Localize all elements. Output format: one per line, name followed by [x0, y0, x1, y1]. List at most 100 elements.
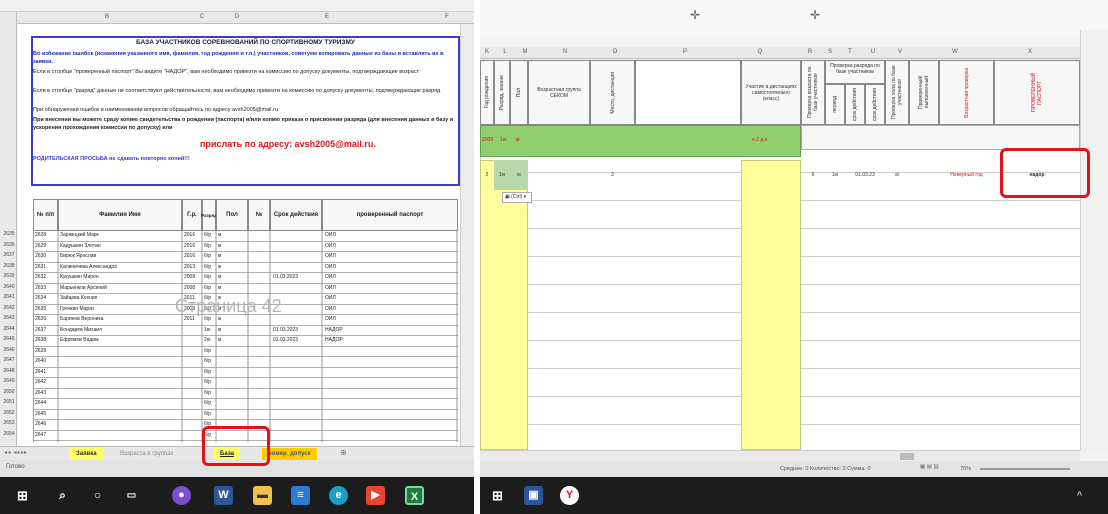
formula-bar[interactable]	[0, 0, 474, 12]
table-row[interactable]: 2642 б/р	[33, 378, 458, 389]
cell-passport[interactable]: ОЙЛ	[325, 243, 336, 249]
row-number[interactable]: 2651	[1, 399, 17, 405]
row-number[interactable]: 2638	[1, 263, 17, 269]
cell-passport[interactable]: ОЙЛ	[325, 316, 336, 322]
table-row[interactable]: 2645 б/р	[33, 410, 458, 420]
viber-icon[interactable]: ●	[172, 486, 191, 505]
cell-number[interactable]: 2636	[35, 316, 46, 322]
cell-rank[interactable]: б/р	[204, 253, 211, 259]
table-row[interactable]: 2640 б/р	[33, 357, 458, 368]
zoom-level[interactable]: 70%	[960, 466, 971, 472]
cell-rank[interactable]: б/р	[204, 400, 211, 406]
row-number[interactable]: 2652	[1, 410, 17, 416]
cell-expiry[interactable]: 01.03.2023	[273, 327, 298, 333]
cell-sex[interactable]: м	[218, 274, 221, 280]
cell-expiry[interactable]: 01.03.2023	[273, 274, 298, 280]
table-row[interactable]: 2644 б/р	[33, 399, 458, 410]
cell-rank[interactable]: б/р	[204, 379, 211, 385]
excel-icon[interactable]: X	[405, 486, 424, 505]
row-number[interactable]: 2640	[1, 284, 17, 290]
table-row[interactable]: 2639 б/р	[33, 347, 458, 357]
cell-rank[interactable]: б/р	[204, 358, 211, 364]
cell-number[interactable]: 2629	[35, 243, 46, 249]
cell-number[interactable]: 2639	[35, 348, 46, 354]
table-row[interactable]: 2641 б/р	[33, 368, 458, 378]
cell-passport[interactable]: ОЙЛ	[325, 253, 336, 259]
view-mode-icons[interactable]: ▦ ▤ ▥	[920, 464, 939, 470]
cortana-icon[interactable]: ○	[88, 486, 107, 505]
word-icon[interactable]: W	[214, 486, 233, 505]
cell-number[interactable]: 2647	[35, 432, 46, 438]
row-number[interactable]: 2654	[1, 431, 17, 437]
cell-passport[interactable]: ОЙЛ	[325, 274, 336, 280]
foxit-icon[interactable]: ▶	[366, 486, 385, 505]
row-number[interactable]: 2648	[1, 368, 17, 374]
cell-number[interactable]: 2632	[35, 274, 46, 280]
cell-passport[interactable]: НАДОР	[325, 337, 343, 343]
th-sex[interactable]: Пол	[216, 199, 248, 231]
cell-number[interactable]: 2642	[35, 379, 46, 385]
cell-passport[interactable]: ОЙЛ	[325, 285, 336, 291]
th-rank[interactable]: Разряд	[201, 199, 217, 231]
cell-number[interactable]: 2630	[35, 253, 46, 259]
tab-vozrasta[interactable]: Возраста в группах	[114, 448, 180, 460]
cell-age-note[interactable]: Неверный год	[939, 160, 994, 190]
column-headers[interactable]: BC DE F	[17, 12, 474, 24]
cell-number[interactable]: 2643	[35, 390, 46, 396]
th-num[interactable]: №	[248, 199, 270, 231]
cell-number[interactable]: 2628	[35, 232, 46, 238]
cell-num[interactable]: 6	[801, 160, 825, 190]
cell-rank[interactable]: 1ю	[204, 327, 211, 333]
row-number[interactable]: 2647	[1, 357, 17, 363]
cell-rank[interactable]: б/р	[204, 369, 211, 375]
cell-passport[interactable]: ОЙЛ	[325, 295, 336, 301]
cell-name[interactable]: Зайцева Ксения	[60, 295, 97, 301]
cell-year[interactable]: 2016	[184, 243, 195, 249]
table-row[interactable]: 2628 Заржецкий Марк 2016 б/р м ОЙЛ	[33, 231, 458, 242]
table-row[interactable]: 2630 Бирюк Ярослав 2016 б/р м ОЙЛ	[33, 252, 458, 263]
windows-start-icon[interactable]: ⊞	[488, 486, 507, 505]
cell-number[interactable]: 2646	[35, 421, 46, 427]
row-number[interactable]: 2637	[1, 252, 17, 258]
table-row[interactable]: 2637 Бондарев Михаил 1ю м 01.03.2023 НАДОР	[33, 326, 458, 336]
cell-name[interactable]: Гречкин Марат	[60, 306, 94, 312]
row-number[interactable]: 2649	[1, 378, 17, 384]
windows-start-icon[interactable]: ⊞	[13, 486, 32, 505]
cell-date[interactable]: 01.03.23	[845, 160, 885, 190]
cell-rank[interactable]: б/р	[204, 285, 211, 291]
th-expiry[interactable]: Срок действия	[270, 199, 322, 231]
cell-passport[interactable]: ОЙЛ	[325, 232, 336, 238]
cell-number[interactable]: 2645	[35, 411, 46, 417]
cell-year[interactable]: 2008	[184, 285, 195, 291]
cell-number[interactable]: 2644	[35, 400, 46, 406]
cell-number[interactable]: 2631	[35, 264, 46, 270]
cell-year[interactable]: 2013	[184, 264, 195, 270]
cell-rank2[interactable]: 1ю	[825, 160, 845, 190]
cell-name[interactable]: Кадушкин Злотан	[60, 243, 101, 249]
cell-year[interactable]: 2	[480, 160, 494, 190]
cell-number[interactable]: 2641	[35, 369, 46, 375]
cell-number[interactable]: 2634	[35, 295, 46, 301]
table-row[interactable]: 2633 Марьенков Арсений 2008 б/р м ОЙЛ	[33, 284, 458, 294]
cell-sex[interactable]: м	[218, 337, 221, 343]
cell-rank[interactable]: б/р	[204, 411, 211, 417]
cell-passport[interactable]: НАДОР	[325, 327, 343, 333]
vertical-scrollbar[interactable]	[1080, 30, 1108, 450]
cell-rank[interactable]: б/р	[204, 232, 211, 238]
th-year[interactable]: Г.р.	[182, 199, 202, 231]
edge-icon[interactable]: e	[329, 486, 348, 505]
notepad-icon[interactable]: ≡	[291, 486, 310, 505]
cell-rank[interactable]: 2ю	[204, 337, 211, 343]
cell-expiry[interactable]: 01.03.2023	[273, 337, 298, 343]
table-row[interactable]: 2638 Ефремов Вадим 2ю м 01.03.2023 НАДОР	[33, 336, 458, 347]
cell-rank[interactable]: б/р	[204, 348, 211, 354]
row-number[interactable]: 2635	[1, 231, 17, 237]
tab-nav-arrows-icon[interactable]: ◂ ▸ ◂◂ ▸▸	[4, 449, 27, 456]
th-passport[interactable]: проверенный паспорт	[322, 199, 458, 231]
cell-number[interactable]: 2635	[35, 306, 46, 312]
file-explorer-icon[interactable]: ▬	[253, 486, 272, 505]
cell-sex[interactable]: м	[218, 243, 221, 249]
cell-sex[interactable]: м	[218, 327, 221, 333]
cell-rank[interactable]: б/р	[204, 274, 211, 280]
cell-rank[interactable]: б/р	[204, 264, 211, 270]
